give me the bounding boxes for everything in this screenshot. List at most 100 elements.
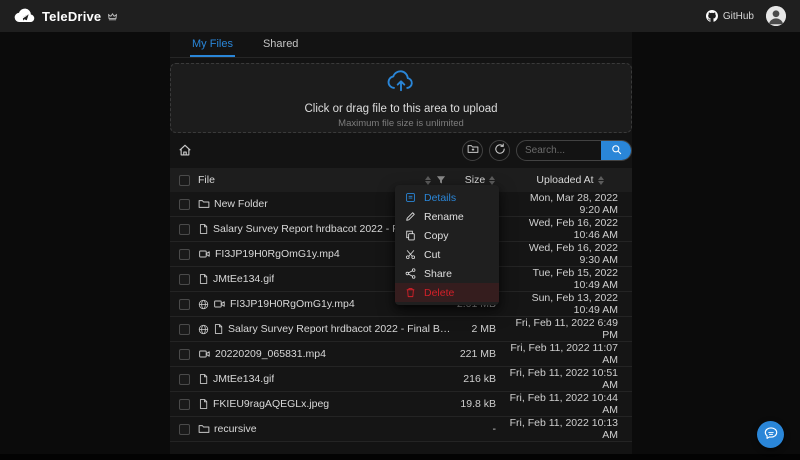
crown-icon: [107, 11, 118, 22]
video-icon: [198, 248, 211, 260]
file-uploaded-at: Sun, Feb 13, 2022 10:49 AM: [531, 292, 618, 316]
file-name[interactable]: 20220209_065831.mp4: [215, 348, 326, 360]
table-row[interactable]: 20220209_065831.mp4 221 MB Fri, Feb 11, …: [170, 342, 632, 367]
sort-uploaded-icon[interactable]: [597, 175, 604, 185]
search-button[interactable]: [601, 140, 631, 160]
row-checkbox[interactable]: [178, 398, 190, 410]
sort-file-icon[interactable]: [425, 175, 431, 185]
row-checkbox[interactable]: [178, 423, 190, 435]
table-row[interactable]: recursive - Fri, Feb 11, 2022 10:13 AM: [170, 417, 632, 442]
github-icon: [705, 10, 718, 22]
row-checkbox[interactable]: [178, 373, 190, 385]
chat-fab-button[interactable]: [757, 421, 784, 448]
table-row[interactable]: Salary Survey Report hrdbacot 2022 - Fin…: [170, 317, 632, 342]
copy-icon: [405, 230, 416, 241]
toolbar: [170, 138, 632, 162]
select-all-checkbox[interactable]: [178, 174, 190, 186]
cut-icon: [405, 249, 416, 260]
file-uploaded-at: Fri, Feb 11, 2022 10:13 AM: [509, 417, 618, 441]
table-row[interactable]: FKIEU9ragAQEGLx.jpeg 19.8 kB Fri, Feb 11…: [170, 392, 632, 417]
globe-icon: [198, 324, 209, 335]
toolbar-right: [462, 139, 632, 161]
footer-strip: [0, 454, 800, 460]
file-uploaded-at: Fri, Feb 11, 2022 11:07 AM: [510, 342, 618, 366]
share-icon: [405, 268, 416, 279]
home-icon[interactable]: [170, 143, 192, 157]
menu-item-cut[interactable]: Cut: [395, 245, 499, 264]
upload-sub-text: Maximum file size is unlimited: [338, 118, 464, 129]
app-logo[interactable]: TeleDrive: [14, 8, 118, 24]
cloud-logo-icon: [14, 8, 36, 24]
file-name[interactable]: Salary Survey Report hrdbacot 2022 - Fin…: [228, 323, 452, 335]
file-name[interactable]: JMtEe134.gif: [213, 373, 274, 385]
menu-item-details[interactable]: Details: [395, 188, 499, 207]
row-checkbox[interactable]: [178, 273, 190, 285]
search-box: [516, 139, 632, 161]
file-name[interactable]: FKIEU9ragAQEGLx.jpeg: [213, 398, 329, 410]
file-uploaded-at: Tue, Feb 15, 2022 10:49 AM: [532, 267, 618, 291]
file-uploaded-at: Mon, Mar 28, 2022 9:20 AM: [529, 192, 618, 216]
file-icon: [198, 373, 209, 385]
file-icon: [198, 398, 209, 410]
user-avatar[interactable]: [766, 6, 786, 26]
github-label: GitHub: [722, 10, 754, 22]
table-row[interactable]: JMtEe134.gif 216 kB Fri, Feb 11, 2022 10…: [170, 367, 632, 392]
top-navbar: TeleDrive GitHub: [0, 0, 800, 32]
context-menu: Details Rename Copy Cut Share Delete: [395, 185, 499, 305]
page: TeleDrive GitHub My Files Shared Click o…: [0, 0, 800, 460]
file-name[interactable]: FI3JP19H0RgOmG1y.mp4: [230, 298, 355, 310]
file-name[interactable]: JMtEe134.gif: [213, 273, 274, 285]
file-uploaded-at: Fri, Feb 11, 2022 10:44 AM: [509, 392, 618, 416]
delete-icon: [405, 287, 416, 298]
search-icon: [611, 143, 622, 158]
menu-item-share[interactable]: Share: [395, 264, 499, 283]
file-icon: [198, 273, 209, 285]
rename-icon: [405, 211, 416, 222]
sync-icon: [494, 143, 506, 158]
row-checkbox[interactable]: [178, 248, 190, 260]
search-input[interactable]: [517, 140, 601, 160]
file-size: 216 kB: [463, 373, 496, 385]
file-icon: [213, 323, 224, 335]
folder-icon: [198, 198, 210, 210]
file-size: 2 MB: [471, 323, 496, 335]
github-link[interactable]: GitHub: [705, 10, 754, 22]
file-name[interactable]: recursive: [214, 423, 257, 435]
file-name[interactable]: FI3JP19H0RgOmG1y.mp4: [215, 248, 340, 260]
row-checkbox[interactable]: [178, 348, 190, 360]
menu-item-rename[interactable]: Rename: [395, 207, 499, 226]
video-icon: [213, 298, 226, 310]
file-size: 221 MB: [459, 348, 496, 360]
row-checkbox[interactable]: [178, 198, 190, 210]
file-uploaded-at: Wed, Feb 16, 2022 10:46 AM: [528, 217, 618, 241]
row-checkbox[interactable]: [178, 298, 190, 310]
video-icon: [198, 348, 211, 360]
file-size: 19.8 kB: [460, 398, 496, 410]
file-uploaded-at: Fri, Feb 11, 2022 6:49 PM: [515, 317, 618, 341]
file-icon: [198, 223, 209, 235]
menu-item-delete[interactable]: Delete: [395, 283, 499, 302]
tab-shared[interactable]: Shared: [261, 34, 300, 57]
navbar-right: GitHub: [705, 6, 786, 26]
upload-dropzone[interactable]: Click or drag file to this area to uploa…: [170, 63, 632, 133]
app-title: TeleDrive: [42, 8, 102, 24]
globe-icon: [198, 299, 209, 310]
column-uploaded-at[interactable]: Uploaded At: [508, 174, 632, 186]
tab-my-files[interactable]: My Files: [190, 34, 235, 57]
row-checkbox[interactable]: [178, 323, 190, 335]
folder-add-icon: [467, 143, 479, 158]
upload-main-text: Click or drag file to this area to uploa…: [304, 103, 498, 115]
filter-icon[interactable]: [436, 175, 446, 185]
sort-size-icon[interactable]: [489, 175, 496, 185]
file-name[interactable]: New Folder: [214, 198, 268, 210]
file-uploaded-at: Wed, Feb 16, 2022 9:30 AM: [528, 242, 618, 266]
cloud-upload-icon: [386, 67, 416, 98]
refresh-button[interactable]: [489, 139, 510, 161]
file-uploaded-at: Fri, Feb 11, 2022 10:51 AM: [509, 367, 618, 391]
chat-icon: [764, 426, 778, 443]
menu-item-copy[interactable]: Copy: [395, 226, 499, 245]
row-checkbox[interactable]: [178, 223, 190, 235]
new-folder-button[interactable]: [462, 139, 483, 161]
file-size: -: [492, 423, 497, 435]
details-icon: [405, 192, 416, 203]
